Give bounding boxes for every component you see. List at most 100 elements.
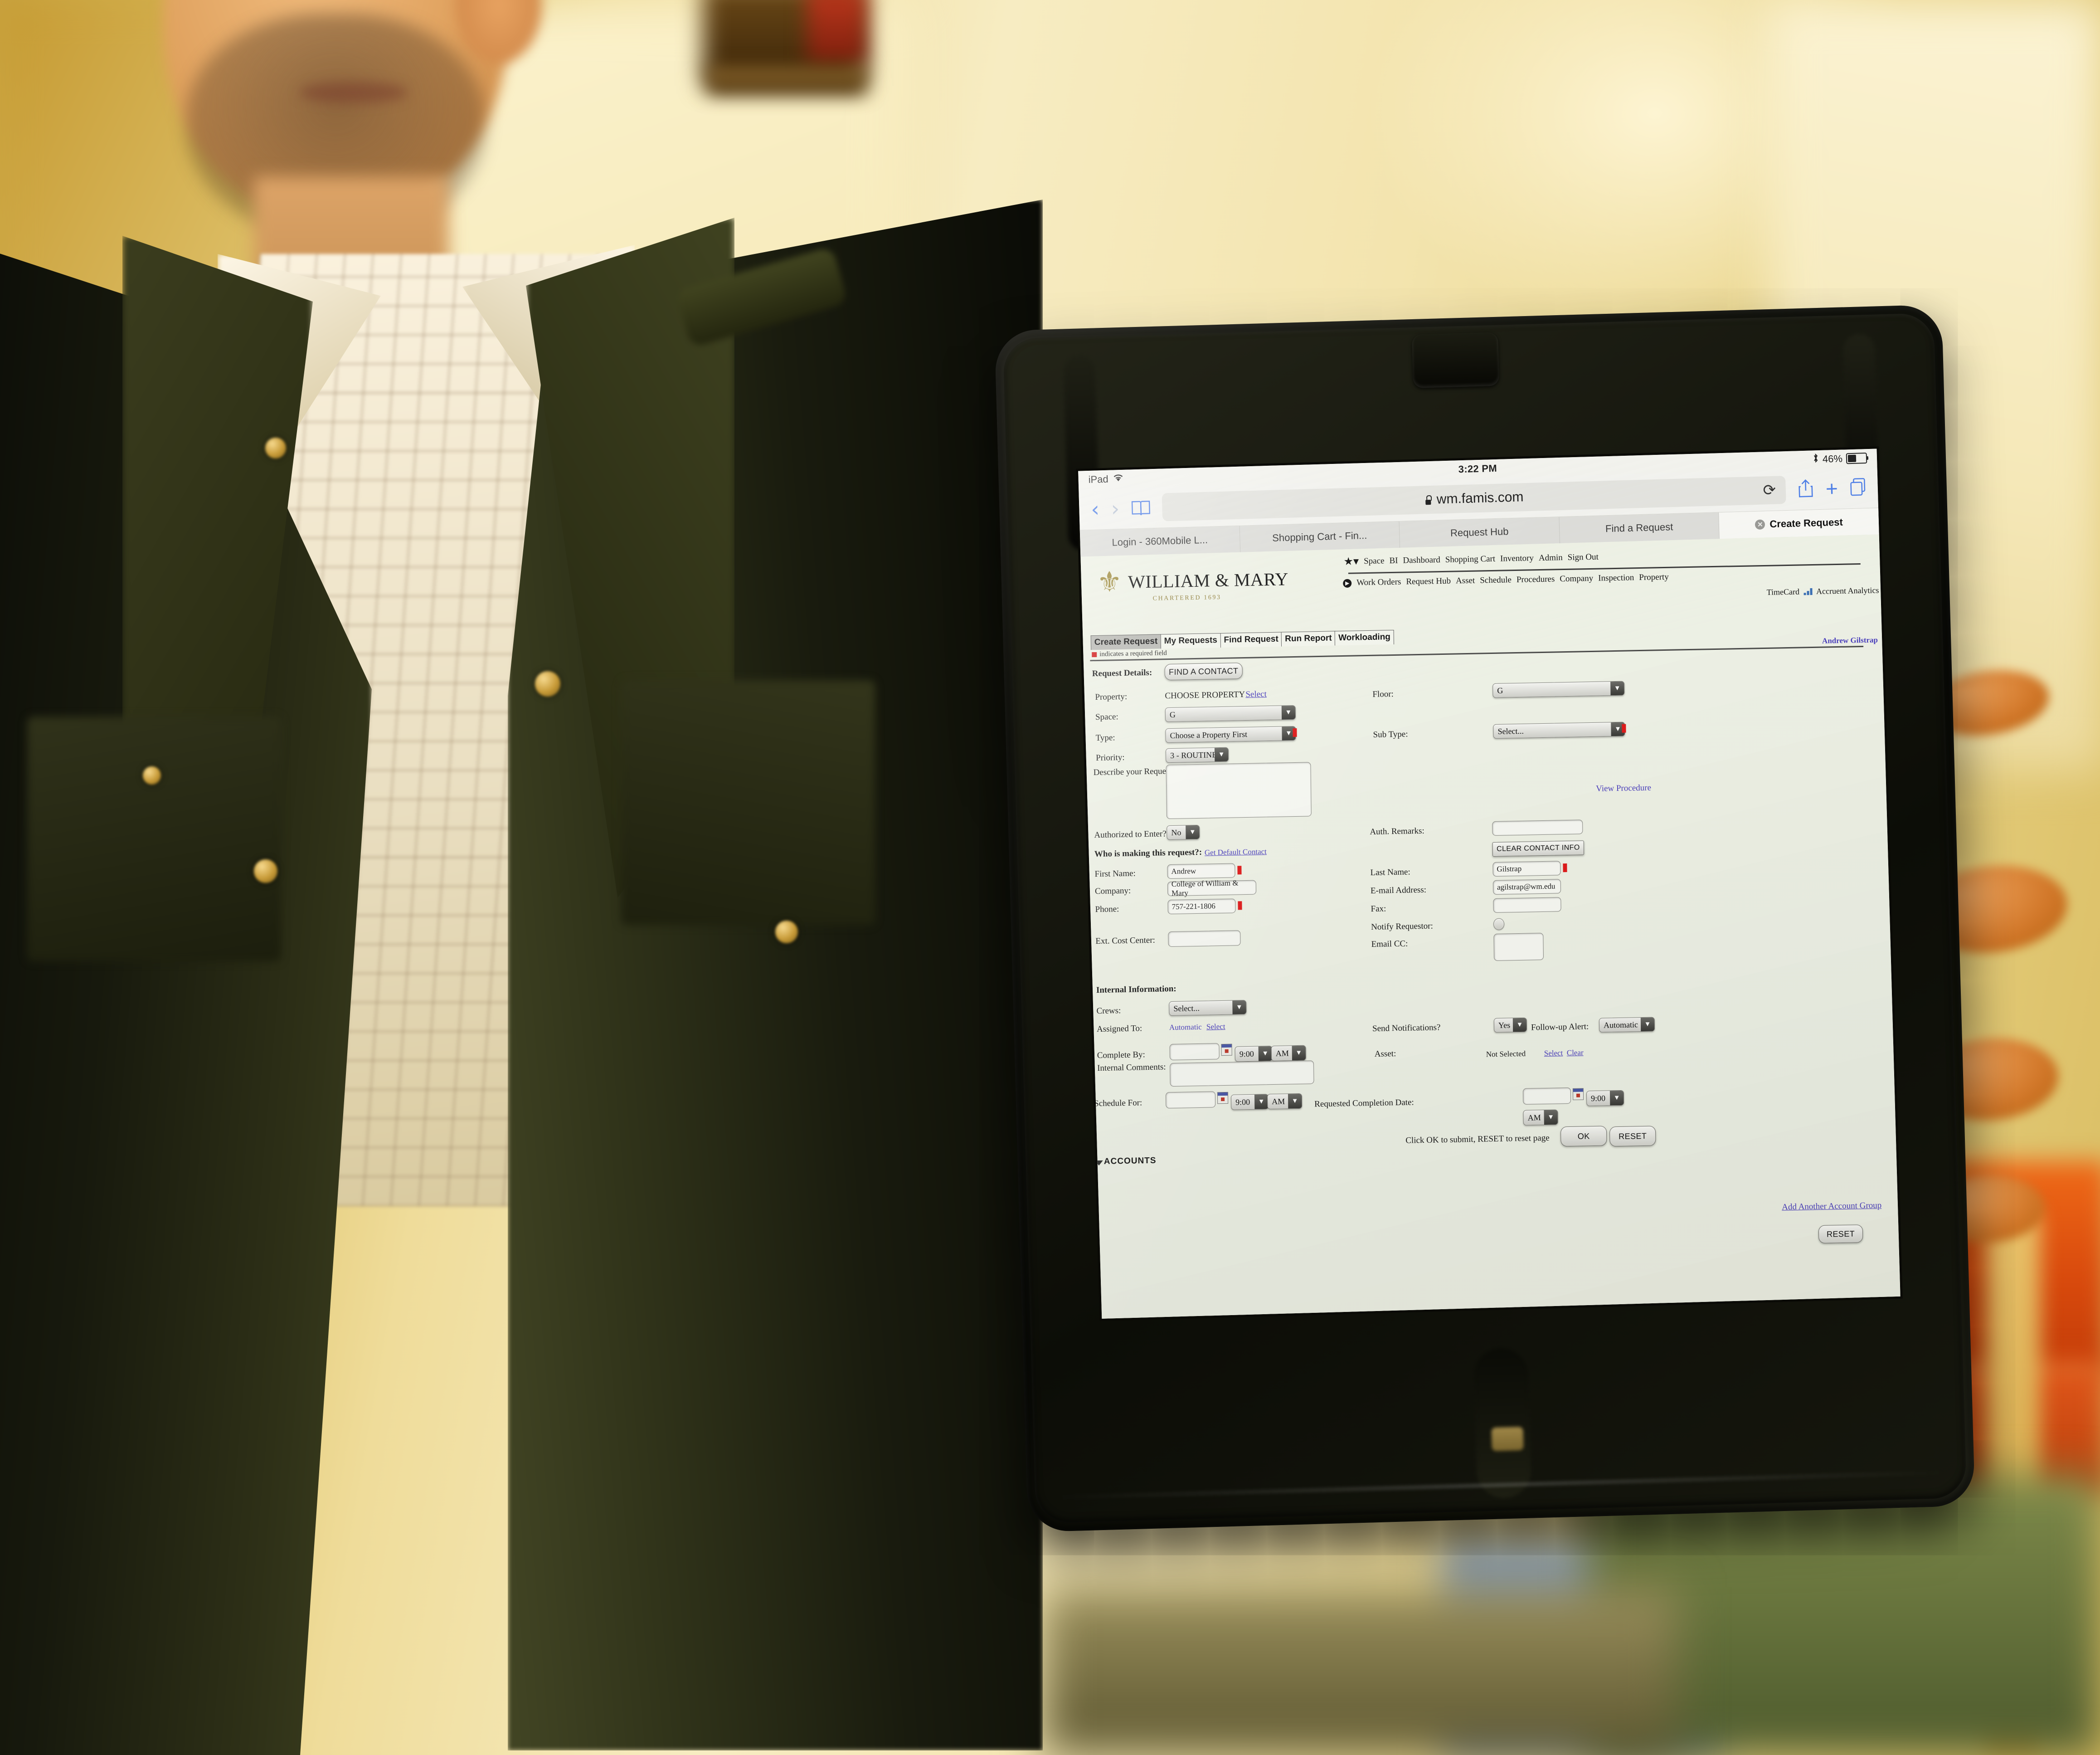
nav-item-work-orders[interactable]: Work Orders [1356, 577, 1401, 588]
nav-item-space[interactable]: Space [1364, 556, 1385, 566]
requested-completion-date-input[interactable] [1522, 1087, 1571, 1105]
phone-required-marker [1238, 901, 1242, 910]
browser-tab-login[interactable]: Login - 360Mobile L... [1079, 526, 1240, 557]
nav-item-inventory[interactable]: Inventory [1500, 553, 1534, 564]
schedule-for-date-input[interactable] [1165, 1091, 1216, 1109]
forward-chevron-icon[interactable]: › [1111, 496, 1120, 521]
clear-contact-info-button[interactable]: CLEAR CONTACT INFO [1492, 840, 1585, 857]
nav-item-inspection[interactable]: Inspection [1598, 573, 1634, 583]
priority-select[interactable]: 3 - ROUTINE ▼ [1165, 747, 1229, 763]
battery-percent-label: 46% [1822, 453, 1843, 465]
priority-label: Priority: [1096, 752, 1125, 763]
ok-button[interactable]: OK [1560, 1126, 1607, 1147]
share-icon[interactable] [1797, 478, 1814, 500]
book-icon[interactable] [1131, 499, 1151, 516]
plus-icon[interactable]: + [1825, 477, 1838, 501]
sub-type-required-marker [1622, 724, 1626, 733]
nav-item-sign-out[interactable]: Sign Out [1568, 552, 1599, 563]
tab-workloading[interactable]: Workloading [1334, 629, 1395, 646]
asset-label: Asset: [1374, 1049, 1396, 1059]
required-note-text: indicates a required field [1099, 649, 1167, 658]
tab-create-request[interactable]: Create Request [1090, 634, 1162, 650]
nav-item-company[interactable]: Company [1560, 574, 1593, 584]
crews-select[interactable]: Select... ▼ [1169, 1000, 1247, 1016]
ext-cost-center-input[interactable] [1168, 930, 1241, 947]
complete-by-ampm-select[interactable]: AM ▼ [1271, 1045, 1306, 1062]
followup-alert-select[interactable]: Automatic ▼ [1599, 1017, 1655, 1033]
tab-find-request[interactable]: Find Request [1220, 632, 1282, 648]
nav-item-shopping-cart[interactable]: Shopping Cart [1445, 554, 1496, 565]
nav-item-property[interactable]: Property [1639, 572, 1669, 583]
home-button[interactable] [1491, 1427, 1524, 1452]
star-icon[interactable]: ★▾ [1343, 556, 1359, 568]
authorized-to-enter-select[interactable]: No ▼ [1167, 824, 1200, 840]
fax-input[interactable] [1493, 897, 1561, 913]
company-input[interactable]: College of William & Mary [1167, 878, 1257, 897]
nav-item-accruent-analytics[interactable]: Accruent Analytics [1816, 585, 1879, 596]
background-floor [1043, 1587, 1677, 1755]
assigned-to-select-link[interactable]: Select [1206, 1022, 1225, 1032]
tabs-icon[interactable] [1849, 477, 1866, 499]
sub-type-select[interactable]: Select... ▼ [1493, 722, 1625, 739]
battery-icon [1846, 453, 1867, 464]
send-notifications-select[interactable]: Yes ▼ [1493, 1017, 1527, 1033]
tab-my-requests[interactable]: My Requests [1160, 633, 1221, 649]
auth-remarks-input[interactable] [1492, 819, 1583, 836]
describe-request-textarea[interactable] [1166, 762, 1312, 819]
nav-item-timecard[interactable]: TimeCard [1767, 587, 1800, 597]
view-procedure-link[interactable]: View Procedure [1596, 783, 1651, 794]
logged-in-user[interactable]: Andrew Gilstrap [1822, 635, 1878, 645]
accounts-reset-button[interactable]: RESET [1818, 1224, 1863, 1244]
calendar-icon[interactable] [1217, 1092, 1229, 1104]
email-input[interactable]: agilstrap@wm.edu [1492, 879, 1561, 895]
requested-completion-time-select[interactable]: 9:00 ▼ [1586, 1090, 1624, 1107]
play-circle-icon[interactable]: ▶ [1343, 579, 1352, 588]
site-logo-sub: CHARTERED 1693 [1152, 594, 1221, 602]
schedule-for-time-select[interactable]: 9:00 ▼ [1230, 1094, 1269, 1110]
nav-item-bi[interactable]: BI [1389, 556, 1398, 566]
property-value: CHOOSE PROPERTY [1165, 689, 1245, 701]
browser-tab-request-hub[interactable]: Request Hub [1399, 517, 1560, 548]
space-select[interactable]: G ▼ [1165, 705, 1296, 722]
add-another-account-group-link[interactable]: Add Another Account Group [1782, 1200, 1881, 1212]
property-select-link[interactable]: Select [1245, 689, 1267, 700]
asset-select-link[interactable]: Select [1544, 1048, 1563, 1058]
asset-clear-link[interactable]: Clear [1567, 1048, 1584, 1058]
tab-run-report[interactable]: Run Report [1281, 631, 1336, 647]
nav-item-admin[interactable]: Admin [1539, 553, 1563, 563]
complete-by-time-select[interactable]: 9:00 ▼ [1235, 1046, 1273, 1062]
phone-input[interactable]: 757-221-1806 [1167, 898, 1236, 915]
person-holding-tablet [0, 0, 1043, 1755]
nav-item-schedule[interactable]: Schedule [1480, 575, 1512, 585]
reset-button[interactable]: RESET [1609, 1126, 1656, 1147]
crews-value: Select... [1173, 1003, 1200, 1013]
floor-select[interactable]: G ▼ [1492, 681, 1625, 698]
close-icon[interactable]: ✕ [1755, 519, 1765, 530]
nav-item-asset[interactable]: Asset [1456, 576, 1475, 586]
phone-label: Phone: [1095, 904, 1119, 915]
submit-hint-text: Click OK to submit, RESET to reset page [1405, 1133, 1550, 1146]
type-select[interactable]: Choose a Property First ▼ [1165, 726, 1296, 743]
internal-information-heading: Internal Information: [1096, 984, 1176, 995]
famis-create-request-page: ⚜ WILLIAM & MARY CHARTERED 1693 ★▾ Space… [1080, 534, 1901, 1319]
nav-item-dashboard[interactable]: Dashboard [1403, 555, 1440, 566]
requested-completion-ampm-select[interactable]: AM ▼ [1523, 1109, 1558, 1126]
internal-comments-textarea[interactable] [1170, 1060, 1314, 1087]
first-name-input[interactable]: Andrew [1167, 863, 1235, 879]
schedule-for-ampm-select[interactable]: AM ▼ [1267, 1093, 1303, 1110]
last-name-input[interactable]: Gilstrap [1492, 861, 1561, 877]
complete-by-date-input[interactable] [1169, 1043, 1220, 1061]
reload-icon[interactable]: ⟳ [1763, 481, 1776, 500]
notify-requestor-radio[interactable] [1493, 918, 1505, 931]
calendar-icon[interactable] [1572, 1088, 1584, 1100]
find-a-contact-button[interactable]: FIND A CONTACT [1164, 663, 1243, 681]
browser-tab-find-a-request[interactable]: Find a Request [1559, 512, 1720, 544]
nav-item-request-hub[interactable]: Request Hub [1406, 576, 1451, 587]
get-default-contact-link[interactable]: Get Default Contact [1205, 847, 1267, 858]
back-chevron-icon[interactable]: ‹ [1091, 497, 1100, 521]
browser-tab-create-request[interactable]: ✕ Create Request [1719, 508, 1879, 539]
nav-item-procedures[interactable]: Procedures [1517, 574, 1555, 585]
browser-tab-shopping-cart[interactable]: Shopping Cart - Fin... [1240, 521, 1400, 552]
calendar-icon[interactable] [1221, 1043, 1232, 1056]
email-cc-textarea[interactable] [1493, 933, 1544, 961]
